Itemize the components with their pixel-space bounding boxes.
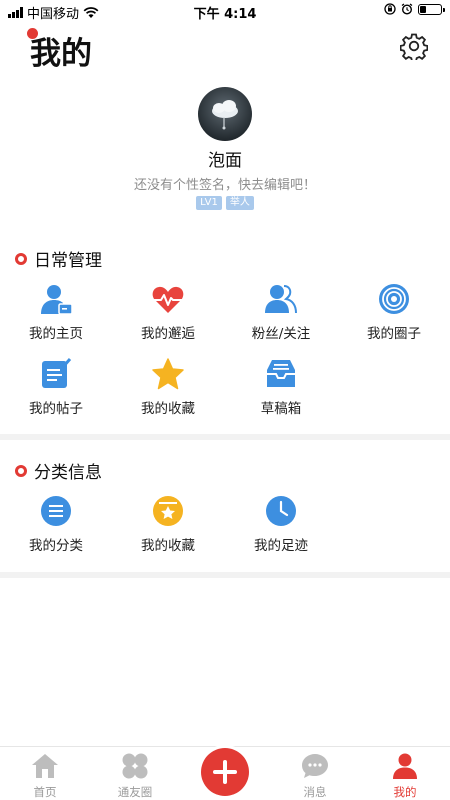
list-circle-icon xyxy=(41,496,71,526)
grid-label: 我的邂逅 xyxy=(141,326,195,342)
edit-doc-icon xyxy=(42,358,72,388)
tab-label: 消息 xyxy=(303,785,327,799)
grid-label: 粉丝/关注 xyxy=(251,326,311,342)
battery-icon xyxy=(418,3,445,15)
grid-label: 我的分类 xyxy=(29,538,83,554)
section-title-daily: 日常管理 xyxy=(34,251,102,271)
clock-icon xyxy=(266,496,296,526)
inbox-tray-icon xyxy=(267,360,295,387)
heartbeat-icon xyxy=(152,286,184,313)
grid-label: 我的主页 xyxy=(29,326,83,342)
signature-text[interactable]: 还没有个性签名，快去编辑吧！ xyxy=(0,174,450,193)
grid-label: 我的收藏 xyxy=(141,538,195,554)
tab-messages[interactable]: 消息 xyxy=(280,751,350,800)
rank-badge: 举人 xyxy=(225,196,254,210)
grid-item-favorites[interactable]: 我的收藏 xyxy=(112,357,224,417)
avatar[interactable] xyxy=(198,87,252,141)
grid-item-circles[interactable]: 我的圈子 xyxy=(338,282,450,342)
grid-label: 我的足迹 xyxy=(254,538,308,554)
clover-icon xyxy=(122,753,148,779)
section-title-category: 分类信息 xyxy=(34,463,102,483)
grid-item-category-favorites[interactable]: 我的收藏 xyxy=(112,494,224,554)
tab-label: 我的 xyxy=(393,785,417,799)
target-icon xyxy=(379,284,409,314)
grid-label: 草稿箱 xyxy=(260,401,302,417)
section-divider xyxy=(0,572,450,578)
grid-item-encounter[interactable]: 我的邂逅 xyxy=(112,282,224,342)
avatar-image xyxy=(198,87,252,141)
section-header-daily: 日常管理 xyxy=(15,246,102,271)
users-icon xyxy=(265,285,297,314)
grid-label: 我的圈子 xyxy=(367,326,421,342)
grid-label: 我的收藏 xyxy=(141,401,195,417)
grid-item-footprints[interactable]: 我的足迹 xyxy=(225,494,337,554)
grid-item-drafts[interactable]: 草稿箱 xyxy=(225,357,337,417)
home-icon xyxy=(32,754,58,778)
grid-item-my-category[interactable]: 我的分类 xyxy=(0,494,112,554)
tab-friends-circle[interactable]: 通友圈 xyxy=(100,751,170,800)
tab-label: 首页 xyxy=(33,785,57,799)
gear-icon[interactable] xyxy=(400,32,428,60)
section-header-category: 分类信息 xyxy=(15,458,102,483)
page-title: 我的 xyxy=(30,36,92,72)
alarm-icon xyxy=(401,3,413,15)
star-icon xyxy=(152,358,184,390)
status-bar: 中国移动 下午 4:14 xyxy=(0,0,450,22)
star-box-icon xyxy=(153,496,183,526)
tab-mine[interactable]: 我的 xyxy=(370,751,440,800)
badge-row: LV1 举人 xyxy=(0,196,450,210)
status-right xyxy=(384,3,445,15)
grid-label: 我的帖子 xyxy=(29,401,83,417)
tab-label: 通友圈 xyxy=(117,785,153,799)
section-divider xyxy=(0,434,450,440)
message-icon xyxy=(302,754,328,778)
username: 泡面 xyxy=(208,151,242,171)
grid-item-fans-follow[interactable]: 粉丝/关注 xyxy=(225,282,337,342)
tab-home[interactable]: 首页 xyxy=(10,751,80,800)
grid-item-posts[interactable]: 我的帖子 xyxy=(0,357,112,417)
add-post-button[interactable] xyxy=(201,748,249,796)
user-card-icon xyxy=(41,285,73,315)
person-icon xyxy=(393,753,417,779)
section-ring-icon xyxy=(15,252,27,265)
grid-item-homepage[interactable]: 我的主页 xyxy=(0,282,112,342)
status-time: 下午 4:14 xyxy=(193,7,257,22)
section-ring-icon xyxy=(15,464,27,477)
orientation-lock-icon xyxy=(384,3,396,15)
level-badge: LV1 xyxy=(196,196,222,210)
